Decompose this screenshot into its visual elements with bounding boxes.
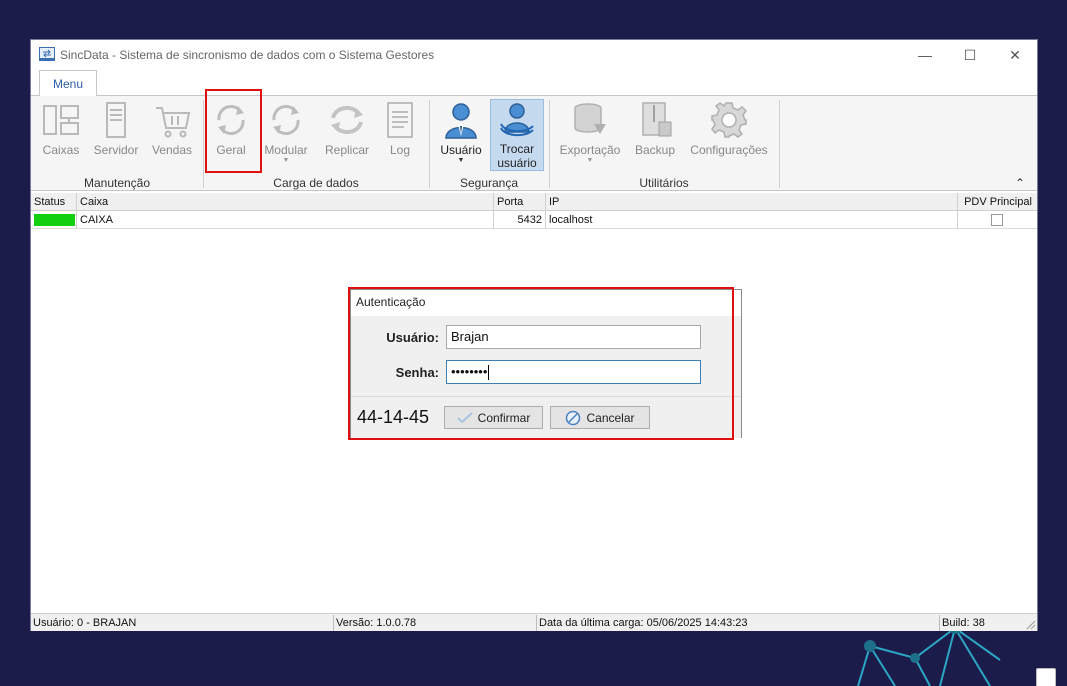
corner-widget: [1036, 668, 1056, 686]
modular-button[interactable]: Modular ▼: [261, 99, 311, 171]
usuario-button[interactable]: Usuário ▼: [437, 99, 485, 171]
exportacao-button[interactable]: Exportação ▼: [557, 99, 623, 171]
configuracoes-button[interactable]: Configurações: [687, 99, 771, 171]
pdv-principal-checkbox[interactable]: [991, 214, 1003, 226]
computers-icon: [40, 99, 82, 141]
table-row[interactable]: CAIXA 5432 localhost: [31, 211, 1037, 229]
collapse-ribbon-icon[interactable]: ⌃: [1015, 176, 1025, 190]
status-cell: [31, 211, 77, 229]
group-label-utilitarios: Utilitários: [639, 176, 689, 190]
log-button[interactable]: Log: [381, 99, 419, 171]
vendas-label: Vendas: [151, 143, 193, 157]
backup-archive-icon: [634, 99, 676, 141]
replicar-label: Replicar: [324, 143, 369, 157]
refresh-icon: [265, 99, 307, 141]
status-build: Build: 38: [942, 617, 985, 629]
ip-cell: localhost: [546, 211, 958, 229]
group-label-seguranca: Segurança: [459, 176, 519, 190]
trocar-usuario-button[interactable]: Trocar usuário: [490, 99, 544, 171]
column-header-ip[interactable]: IP: [546, 193, 958, 211]
dropdown-arrow-icon: ▼: [457, 157, 465, 164]
highlight-box-dialog: [348, 287, 734, 440]
close-button[interactable]: ✕: [992, 40, 1038, 70]
status-bar: Usuário: 0 - BRAJAN Versão: 1.0.0.78 Dat…: [31, 613, 1037, 631]
tab-menu[interactable]: Menu: [39, 70, 97, 96]
title-bar: SincData - Sistema de sincronismo de dad…: [31, 40, 1037, 70]
usuario-label: Usuário: [440, 143, 482, 157]
app-icon: [39, 47, 55, 61]
group-label-carga: Carga de dados: [273, 176, 359, 190]
exportacao-label: Exportação: [559, 143, 621, 157]
database-export-icon: [569, 99, 611, 141]
dropdown-arrow-icon: ▼: [586, 157, 594, 164]
ribbon-toolbar: Caixas Servidor Vendas Manutenção Geral: [31, 95, 1037, 191]
caixa-cell: CAIXA: [77, 211, 494, 229]
shopping-cart-icon: [151, 99, 193, 141]
status-version: Versão: 1.0.0.78: [334, 615, 537, 631]
vendas-button[interactable]: Vendas: [149, 99, 195, 171]
column-header-status[interactable]: Status: [31, 193, 77, 211]
dropdown-arrow-icon: ▼: [282, 157, 290, 164]
sync-icon: [326, 99, 368, 141]
column-header-caixa[interactable]: Caixa: [77, 193, 494, 211]
switch-user-icon: [496, 100, 538, 140]
servidor-button[interactable]: Servidor: [91, 99, 141, 171]
user-icon: [440, 99, 482, 141]
group-separator: [203, 100, 204, 188]
backup-label: Backup: [634, 143, 676, 157]
modular-label: Modular: [264, 143, 308, 157]
group-separator: [779, 100, 780, 188]
document-icon: [379, 99, 421, 141]
status-indicator: [34, 214, 75, 226]
maximize-button[interactable]: ☐: [947, 40, 993, 70]
status-user: Usuário: 0 - BRAJAN: [31, 615, 334, 631]
highlight-box-geral: [205, 89, 262, 173]
log-label: Log: [389, 143, 411, 157]
group-separator: [549, 100, 550, 188]
backup-button[interactable]: Backup: [631, 99, 679, 171]
column-header-porta[interactable]: Porta: [494, 193, 546, 211]
grid-header: Status Caixa Porta IP PDV Principal: [31, 193, 1037, 211]
servidor-label: Servidor: [93, 143, 139, 157]
caixas-label: Caixas: [42, 143, 80, 157]
server-icon: [95, 99, 137, 141]
trocar-usuario-label-2: usuário: [497, 156, 537, 170]
group-label-manutencao: Manutenção: [83, 176, 151, 190]
status-last-load: Data da última carga: 05/06/2025 14:43:2…: [537, 615, 940, 631]
pdv-principal-cell: [958, 211, 1038, 229]
caixas-button[interactable]: Caixas: [40, 99, 82, 171]
trocar-usuario-label-1: Trocar: [499, 142, 535, 156]
configuracoes-label: Configurações: [690, 143, 768, 157]
main-window: SincData - Sistema de sincronismo de dad…: [30, 39, 1038, 631]
minimize-button[interactable]: —: [902, 40, 948, 70]
gear-icon: [708, 99, 750, 141]
porta-cell: 5432: [494, 211, 546, 229]
group-separator: [429, 100, 430, 188]
replicar-button[interactable]: Replicar: [321, 99, 373, 171]
column-header-pdv-principal[interactable]: PDV Principal: [958, 193, 1038, 211]
resize-grip-icon[interactable]: [1024, 618, 1036, 630]
window-title: SincData - Sistema de sincronismo de dad…: [60, 48, 435, 62]
